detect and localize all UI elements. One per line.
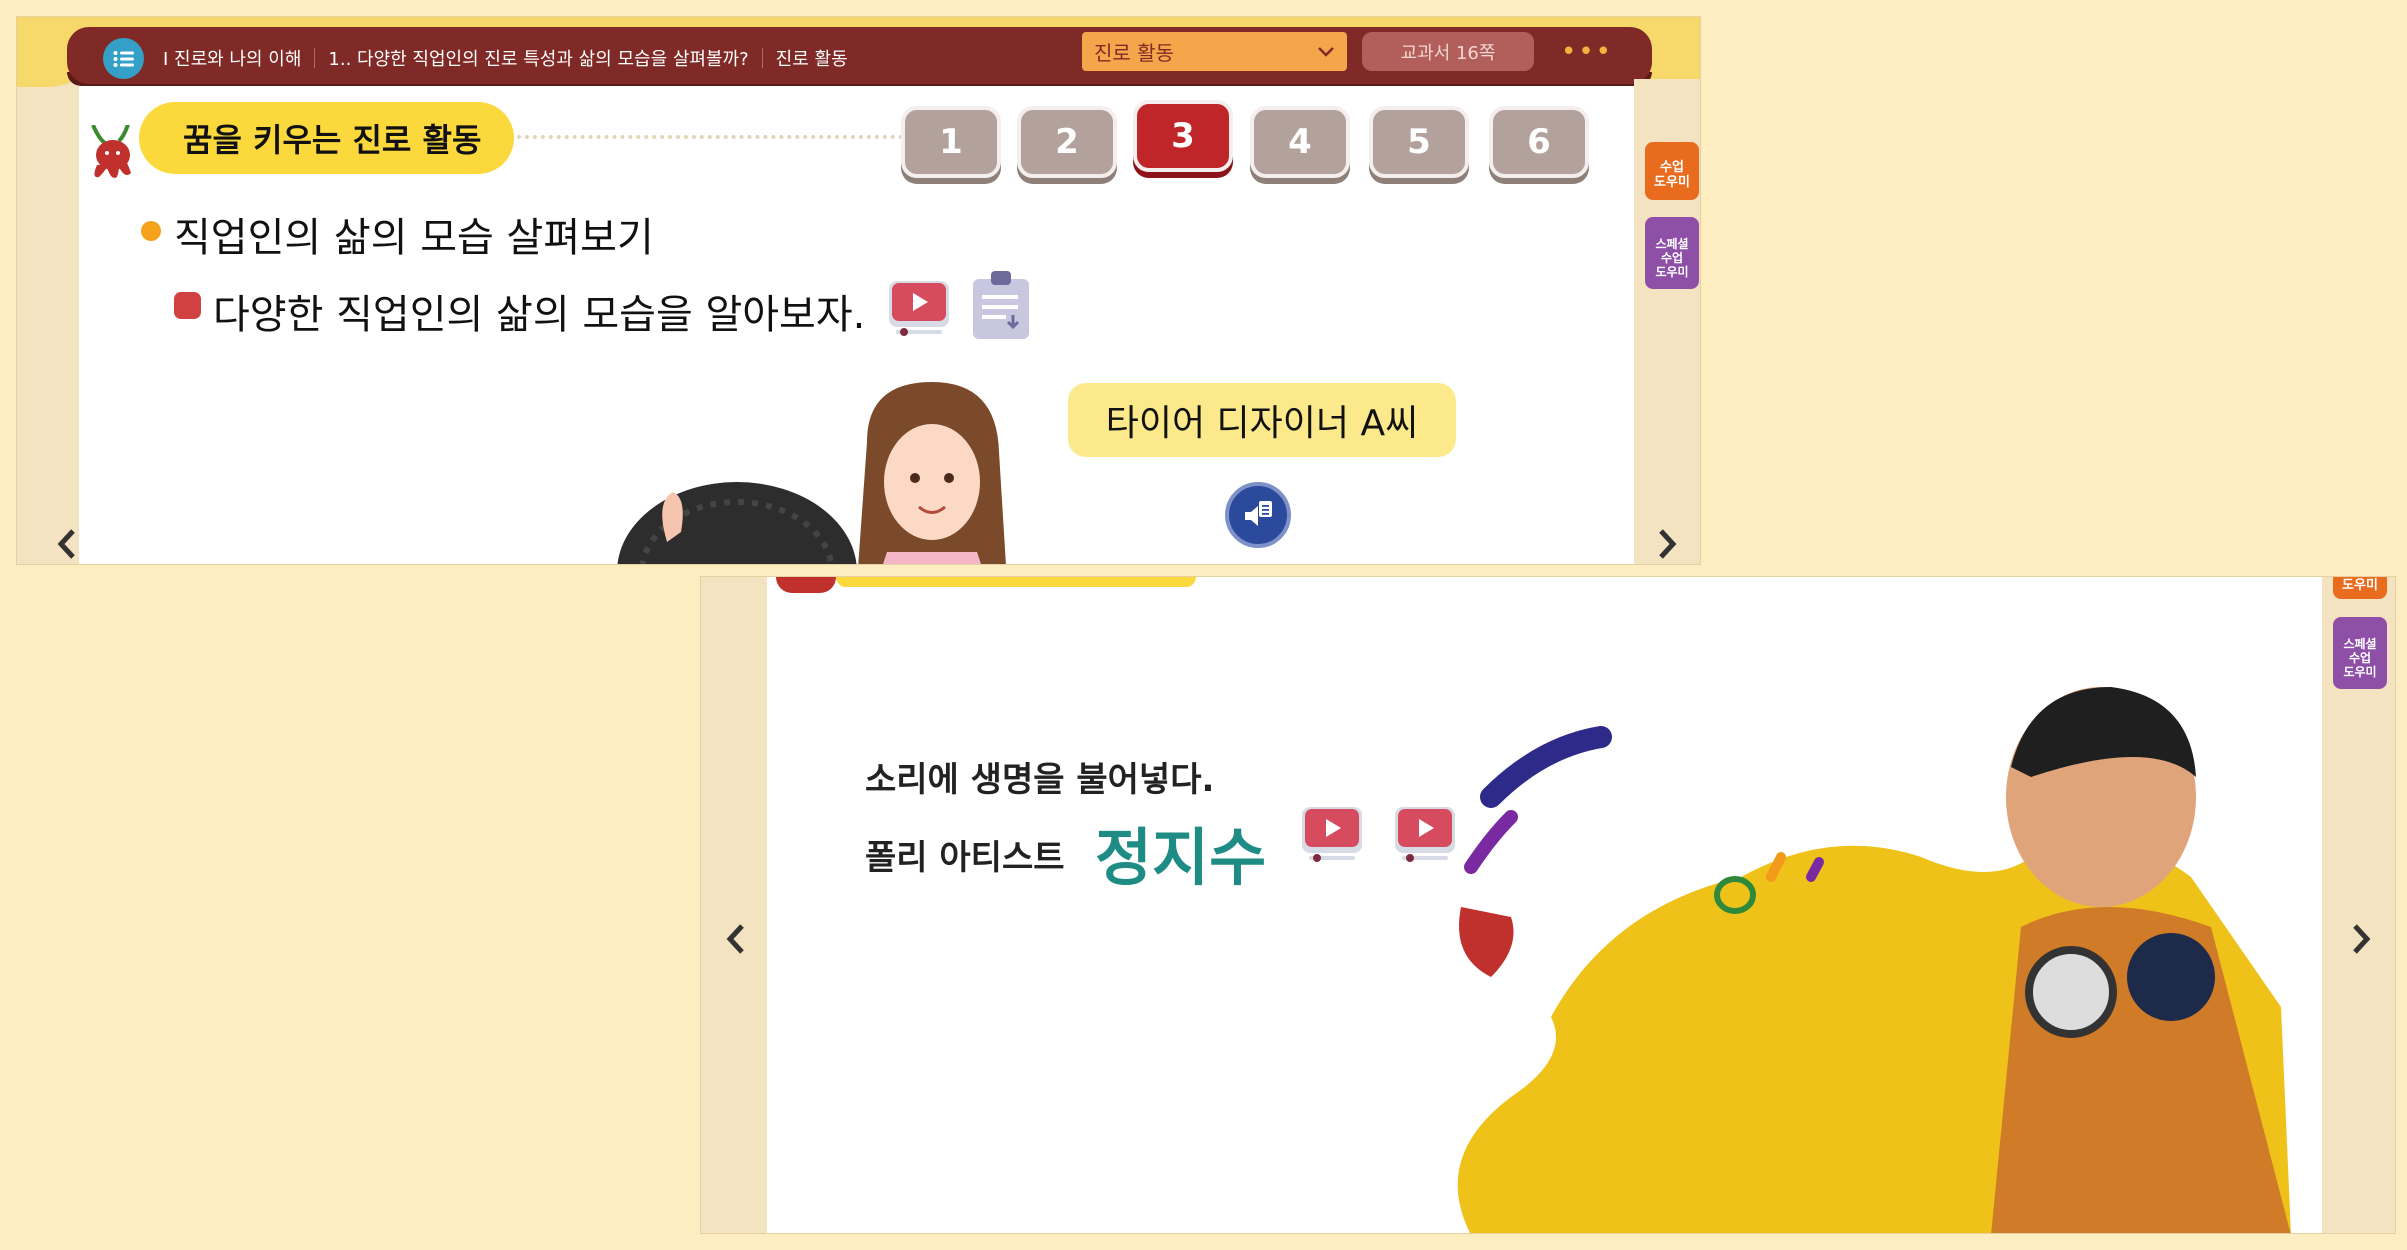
breadcrumb-divider — [761, 47, 763, 68]
section-title: 직업인의 삶의 모습 살펴보기 — [174, 215, 654, 261]
octopus-mascot-icon — [776, 577, 836, 593]
step-tab-3[interactable]: 3 — [1133, 100, 1233, 172]
more-icon: ••• — [1561, 37, 1614, 67]
step-tab-label: 4 — [1288, 122, 1312, 162]
occupation-label: 폴리 아티스트 — [865, 838, 1065, 878]
foley-artist-illustration — [1457, 687, 2291, 1233]
menu-button[interactable] — [103, 38, 144, 79]
activity-title: 꿈을 키우는 진로 활동 — [183, 121, 482, 159]
next-page-button[interactable] — [2341, 917, 2381, 961]
activity-title-badge: 꿈을 키우는 진로 활동 — [139, 102, 514, 174]
step-tab-label: 2 — [1055, 122, 1079, 162]
class-helper-button[interactable]: 도우미 — [2333, 577, 2387, 599]
breadcrumb-activity: 진로 활동 — [775, 48, 848, 70]
step-tab-5[interactable]: 5 — [1369, 106, 1469, 178]
speech-bubble: 타이어 디자이너 A씨 — [1068, 383, 1456, 457]
activity-select[interactable]: 진로 활동 — [1082, 32, 1347, 71]
step-tab-1[interactable]: 1 — [901, 106, 1001, 178]
breadcrumb: Ⅰ 진로와 나의 이해 1.. 다양한 직업인의 진로 특성과 삶의 모습을 살… — [163, 37, 848, 78]
chevron-left-icon — [57, 529, 75, 559]
clipboard-download-icon[interactable] — [969, 265, 1033, 341]
activity-select-value: 진로 활동 — [1094, 41, 1174, 65]
video-play-icon[interactable] — [886, 279, 952, 339]
audio-button[interactable] — [1225, 482, 1291, 548]
prev-page-button[interactable] — [721, 917, 751, 961]
activity-subtitle: 다양한 직업인의 삶의 모습을 알아보자. — [213, 292, 866, 338]
textbook-page-button[interactable]: 교과서 16쪽 — [1362, 32, 1534, 71]
section-bullet-icon — [141, 221, 161, 241]
title-dotted-divider — [517, 135, 927, 139]
octopus-mascot-icon — [91, 125, 131, 178]
person-name: 정지수 — [1095, 821, 1267, 894]
lesson-panel-bottom: 도우미 스페셜 수업 도우미 소리에 생명을 불어넣다. 폴리 아티스트 정지수 — [700, 576, 2396, 1234]
speaker-icon — [1245, 501, 1272, 526]
list-icon — [113, 50, 134, 67]
breadcrumb-unit: Ⅰ 진로와 나의 이해 — [163, 48, 302, 70]
chevron-left-icon — [726, 924, 744, 954]
breadcrumb-divider — [314, 47, 316, 68]
chevron-right-icon — [2353, 924, 2371, 954]
lesson-panel-top: Ⅰ 진로와 나의 이해 1.. 다양한 직업인의 진로 특성과 삶의 모습을 살… — [16, 16, 1701, 565]
breadcrumb-lesson: 1.. 다양한 직업인의 진로 특성과 삶의 모습을 살펴볼까? — [328, 48, 749, 70]
step-tab-label: 1 — [939, 122, 963, 162]
step-tab-4[interactable]: 4 — [1250, 106, 1350, 178]
video-caption-line1: 소리에 생명을 불어넣다. — [865, 760, 1215, 800]
step-tab-2[interactable]: 2 — [1017, 106, 1117, 178]
special-class-helper-button[interactable]: 스페셜 수업 도우미 — [1645, 217, 1699, 289]
prev-page-button[interactable] — [52, 522, 82, 564]
tire-illustration — [617, 482, 857, 564]
step-tab-6[interactable]: 6 — [1489, 106, 1589, 178]
step-tab-label: 6 — [1527, 122, 1551, 162]
class-helper-label: 도우미 — [2342, 578, 2378, 593]
step-tab-label: 5 — [1407, 122, 1431, 162]
class-helper-button[interactable]: 수업 도우미 — [1645, 142, 1699, 200]
speech-text: 타이어 디자이너 A씨 — [1105, 403, 1419, 444]
activity-title-badge — [836, 577, 1196, 587]
textbook-page-label: 교과서 16쪽 — [1400, 42, 1496, 64]
chevron-down-icon — [1318, 46, 1334, 57]
special-helper-label: 스페셜 수업 도우미 — [2343, 637, 2377, 679]
more-menu-button[interactable]: ••• — [1561, 35, 1614, 69]
special-class-helper-button[interactable]: 스페셜 수업 도우미 — [2333, 617, 2387, 689]
tire-designer-character — [858, 382, 1006, 564]
special-helper-label: 스페셜 수업 도우미 — [1655, 237, 1689, 279]
subtitle-bullet-icon — [174, 292, 201, 319]
chevron-right-icon — [1659, 529, 1677, 559]
step-tab-label: 3 — [1171, 116, 1195, 156]
next-page-button[interactable] — [1647, 522, 1687, 564]
video-play-icon[interactable] — [1299, 805, 1365, 865]
class-helper-label: 수업 도우미 — [1654, 160, 1690, 190]
